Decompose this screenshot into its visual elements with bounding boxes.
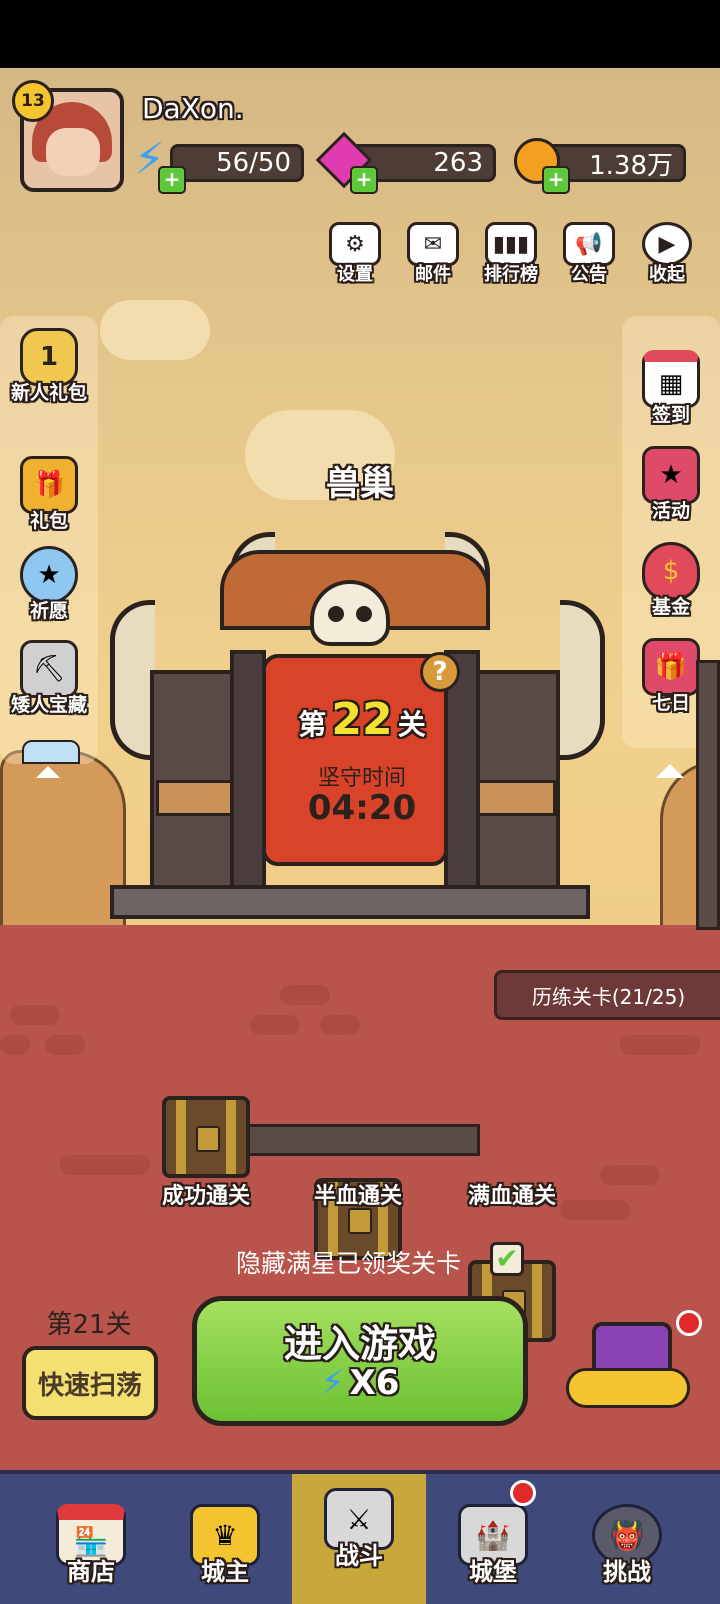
sign-in-button[interactable]: ▦ 签到 [624, 350, 718, 427]
gem-value: 263 [433, 148, 483, 178]
tusk-right [560, 600, 605, 760]
energy-cost-icon: ⚡ [320, 1363, 345, 1403]
help-icon: ? [432, 657, 448, 687]
stage-suffix: 关 [397, 708, 426, 741]
training-stages-label: 历练关卡(21/25) [531, 984, 686, 1009]
gift-pack-label: 礼包 [29, 510, 68, 532]
gold-coins-icon [566, 1368, 690, 1408]
quick-sweep-button[interactable]: 快速扫荡 [22, 1346, 158, 1420]
collapse-label: 收起 [649, 264, 685, 285]
nav-battle[interactable]: ⚔ 战斗 [292, 1474, 426, 1604]
hide-starred-label: 隐藏满星已领奖关卡 [236, 1249, 462, 1278]
coin-value: 1.38万 [589, 150, 673, 181]
energy-cost: ⚡ X6 [197, 1363, 523, 1403]
rope-left [156, 780, 236, 816]
stage-help-button[interactable]: ? [420, 652, 460, 692]
nav-challenge[interactable]: 👹 挑战 [560, 1474, 694, 1604]
settings-button[interactable]: ⚙ 设置 [320, 222, 390, 286]
tusk-left [110, 600, 155, 760]
mail-button[interactable]: ✉ 邮件 [398, 222, 468, 286]
wish-button[interactable]: ★ 祈愿 [2, 546, 96, 623]
left-scroll-more-icon[interactable] [22, 740, 80, 764]
nav-challenge-label: 挑战 [603, 1558, 651, 1586]
gate-pillar-left [230, 650, 266, 900]
cloud [100, 300, 210, 360]
gift-pack-button[interactable]: 🎁 礼包 [2, 456, 96, 533]
nav-castle[interactable]: 🏰 城堡 [426, 1474, 560, 1604]
dwarf-treasure-button[interactable]: ⛏ 矮人宝藏 [2, 640, 96, 717]
bottom-nav: 🏪 商店 ♛ 城主 ⚔ 战斗 🏰 城堡 👹 挑战 [0, 1470, 720, 1604]
hold-time-value: 04:20 [307, 788, 417, 828]
enter-game-label: 进入游戏 [283, 1322, 436, 1366]
chest-clear[interactable] [162, 1096, 250, 1178]
energy-value: 56/50 [216, 148, 291, 178]
checkmark-icon: ✔ [495, 1242, 519, 1275]
nav-shop[interactable]: 🏪 商店 [24, 1474, 158, 1604]
right-expand-arrow-icon[interactable] [656, 764, 684, 778]
chest-clear-label: 成功通关 [161, 1184, 250, 1209]
mail-label: 邮件 [415, 264, 451, 285]
chest-full-hp-label: 满血通关 [467, 1184, 556, 1209]
announcement-label: 公告 [571, 264, 607, 285]
treasure-chest-button[interactable] [566, 1322, 690, 1412]
newbie-pack-button[interactable]: 1 新人礼包 [2, 328, 96, 405]
dwarf-treasure-label: 矮人宝藏 [10, 694, 87, 716]
nav-castle-label: 城堡 [469, 1558, 517, 1586]
nav-lord[interactable]: ♛ 城主 [158, 1474, 292, 1604]
lock-icon [348, 1208, 372, 1234]
treasure-notification-dot [676, 1310, 702, 1336]
energy-cost-value: X6 [349, 1363, 400, 1403]
status-bar [0, 0, 720, 68]
gate-base [110, 885, 590, 919]
energy-add-icon[interactable]: + [158, 166, 186, 194]
training-stages-button[interactable]: 历练关卡(21/25) [494, 970, 720, 1020]
player-name: DaXon. [142, 92, 244, 125]
chest-half-hp-label: 半血通关 [313, 1184, 402, 1209]
next-stage-tower[interactable] [696, 660, 720, 930]
stage-number-line: 第 22 关 [262, 694, 462, 745]
rock-left [0, 750, 126, 936]
chest-track [240, 1124, 480, 1156]
collapse-button[interactable]: ▶ 收起 [632, 222, 702, 286]
gem-add-icon[interactable]: + [350, 166, 378, 194]
hide-starred-checkbox[interactable]: ✔ [490, 1242, 524, 1276]
newbie-badge-number: 1 [39, 342, 59, 372]
sweep-level-label: 第21关 [46, 1310, 132, 1340]
level-badge: 13 [12, 80, 54, 122]
left-expand-arrow-icon[interactable] [36, 766, 60, 778]
announcement-button[interactable]: 📢 公告 [554, 222, 624, 286]
avatar-face [46, 128, 100, 176]
stage-number: 22 [331, 694, 393, 745]
level-value: 13 [21, 91, 45, 111]
settings-label: 设置 [337, 264, 373, 285]
fund-button[interactable]: $ 基金 [624, 542, 718, 619]
wish-label: 祈愿 [29, 600, 68, 622]
stage-prefix: 第 [298, 708, 327, 741]
sign-in-label: 签到 [651, 404, 690, 426]
quick-sweep-label: 快速扫荡 [37, 1370, 142, 1401]
nav-battle-label: 战斗 [335, 1542, 383, 1570]
leaderboard-button[interactable]: ▮▮▮ 排行榜 [476, 222, 546, 286]
castle-notification-dot [510, 1480, 536, 1506]
leaderboard-label: 排行榜 [484, 264, 538, 285]
event-button[interactable]: ★ 活动 [624, 446, 718, 523]
event-label: 活动 [651, 500, 690, 522]
fund-label: 基金 [651, 596, 690, 618]
newbie-pack-label: 新人礼包 [10, 382, 87, 404]
lock-icon [196, 1126, 220, 1152]
energy-bar[interactable]: 56/50 [170, 144, 304, 182]
rope-right [476, 780, 556, 816]
nav-shop-label: 商店 [67, 1558, 115, 1586]
coin-add-icon[interactable]: + [542, 166, 570, 194]
stage-location-name: 兽巢 [326, 464, 394, 504]
enter-game-button[interactable]: 进入游戏 ⚡ X6 [192, 1296, 528, 1426]
nav-lord-label: 城主 [201, 1558, 249, 1586]
